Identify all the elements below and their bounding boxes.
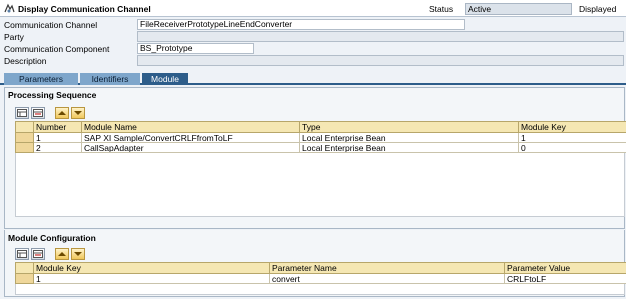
component-field[interactable]: BS_Prototype [137,43,254,54]
component-row: Communication Component BS_Prototype [0,43,626,55]
arrow-down-icon[interactable] [71,107,85,119]
cell-number[interactable]: 2 [33,142,82,153]
insert-row-icon[interactable] [15,107,29,119]
table-header-row: Module Key Parameter Name Parameter Valu… [15,262,626,274]
table-row[interactable]: 1 convert CRLFtoLF [15,273,626,284]
column-header-parameter-name[interactable]: Parameter Name [269,262,505,274]
module-configuration-table: Module Key Parameter Name Parameter Valu… [15,262,626,284]
column-header-number[interactable]: Number [33,121,82,133]
row-selector[interactable] [15,273,34,284]
processing-sequence-table: Number Module Name Type Module Key 1 SAP… [15,121,626,153]
description-row: Description [0,55,626,67]
arrow-up-icon[interactable] [55,107,69,119]
module-configuration-title: Module Configuration [8,233,96,243]
delete-row-icon[interactable] [31,248,45,260]
cell-type[interactable]: Local Enterprise Bean [299,142,519,153]
row-selector[interactable] [15,132,34,143]
select-all-cell[interactable] [15,262,34,274]
component-label: Communication Component [4,44,110,54]
description-label: Description [4,56,47,66]
table-row[interactable]: 1 SAP XI Sample/ConvertCRLFfromToLF Loca… [15,132,626,143]
module-configuration-section: Module Configuration Module Key Paramete… [4,230,626,297]
tab-parameters[interactable]: Parameters [4,73,78,85]
arrow-down-icon[interactable] [71,248,85,260]
table-header-row: Number Module Name Type Module Key [15,121,626,133]
channel-row: Communication Channel FileReceiverProtot… [0,19,626,31]
cell-type[interactable]: Local Enterprise Bean [299,132,519,143]
channel-icon [4,3,15,14]
column-header-type[interactable]: Type [299,121,519,133]
displayed-label: Displayed [579,4,617,14]
party-label: Party [4,32,24,42]
insert-row-icon[interactable] [15,248,29,260]
cell-parameter-value[interactable]: CRLFtoLF [504,273,626,284]
cell-module-name[interactable]: SAP XI Sample/ConvertCRLFfromToLF [81,132,300,143]
tab-identifiers[interactable]: Identifiers [80,73,140,85]
arrow-up-icon[interactable] [55,248,69,260]
page-title: Display Communication Channel [18,4,151,14]
party-row: Party [0,31,626,43]
cell-number[interactable]: 1 [33,132,82,143]
column-header-module-key[interactable]: Module Key [518,121,626,133]
cell-module-name[interactable]: CallSapAdapter [81,142,300,153]
processing-sequence-title: Processing Sequence [8,90,97,100]
tab-module[interactable]: Module [142,73,188,85]
description-field[interactable] [137,55,624,66]
column-header-parameter-value[interactable]: Parameter Value [504,262,626,274]
cell-module-key[interactable]: 1 [518,132,626,143]
column-header-module-name[interactable]: Module Name [81,121,300,133]
cell-parameter-name[interactable]: convert [269,273,505,284]
table-row[interactable]: 2 CallSapAdapter Local Enterprise Bean 0 [15,142,626,153]
delete-row-icon[interactable] [31,107,45,119]
channel-label: Communication Channel [4,20,98,30]
select-all-cell[interactable] [15,121,34,133]
column-header-module-key[interactable]: Module Key [33,262,270,274]
status-field: Active [465,3,572,15]
row-selector[interactable] [15,142,34,153]
processing-sequence-section: Processing Sequence Number Module Name T… [4,87,626,229]
channel-field[interactable]: FileReceiverPrototypeLineEndConverter [137,19,465,30]
tab-strip: Parameters Identifiers Module [0,73,626,85]
cell-module-key[interactable]: 1 [33,273,270,284]
status-label: Status [429,4,454,14]
cell-module-key[interactable]: 0 [518,142,626,153]
party-field[interactable] [137,31,624,42]
title-bar: Display Communication Channel Status Act… [0,0,626,17]
